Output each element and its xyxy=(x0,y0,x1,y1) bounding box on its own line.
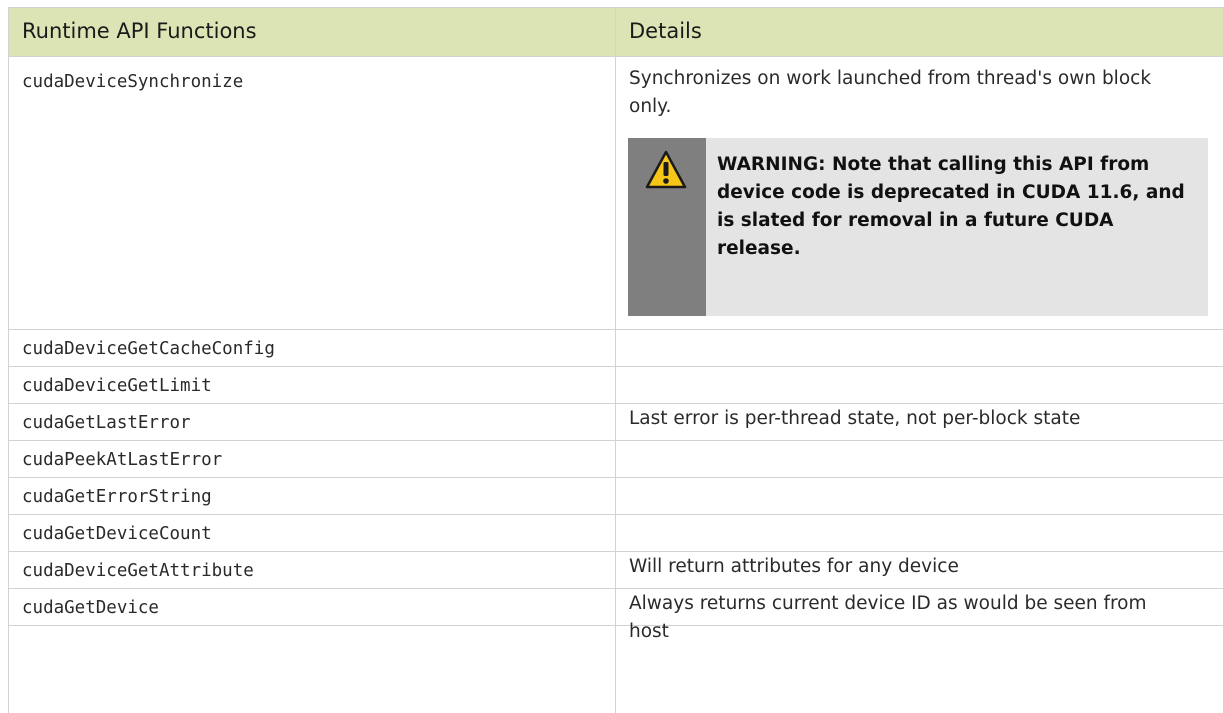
table-row-api: cudaDeviceGetLimit xyxy=(22,376,212,396)
column-divider xyxy=(615,7,616,713)
warning-text: WARNING: Note that calling this API from… xyxy=(717,154,1185,259)
header-functions: Runtime API Functions xyxy=(22,19,257,43)
row-divider xyxy=(8,56,1224,57)
table-row-api: cudaGetLastError xyxy=(22,413,191,433)
table-row-details: Will return attributes for any device xyxy=(629,556,959,577)
row-divider xyxy=(8,588,1224,589)
warning-triangle-icon xyxy=(645,150,687,189)
table-row-details: Last error is per-thread state, not per-… xyxy=(629,408,1081,429)
table-row-details: Synchronizes on work launched from threa… xyxy=(629,68,1152,117)
row-divider xyxy=(8,403,1224,404)
table-header: Runtime API Functions Details xyxy=(8,7,1224,56)
table-row-api: cudaDeviceGetAttribute xyxy=(22,561,254,581)
table-row-api: cudaGetDevice xyxy=(22,598,159,618)
table-row-api: cudaGetDeviceCount xyxy=(22,524,212,544)
table-row-api: cudaPeekAtLastError xyxy=(22,450,223,470)
table-row-api: cudaGetErrorString xyxy=(22,487,212,507)
table-row-api: cudaDeviceSynchronize xyxy=(22,72,244,92)
row-divider xyxy=(8,329,1224,330)
warning-admonition: WARNING: Note that calling this API from… xyxy=(628,138,1208,316)
row-divider xyxy=(8,440,1224,441)
warning-icon-bar xyxy=(628,138,706,316)
row-divider xyxy=(8,514,1224,515)
header-details: Details xyxy=(629,19,702,43)
row-divider xyxy=(8,366,1224,367)
table-border-left xyxy=(8,7,9,713)
row-divider xyxy=(8,7,1224,8)
api-table: Runtime API Functions Details cudaDevice… xyxy=(8,7,1224,713)
row-divider xyxy=(8,477,1224,478)
table-row-details: Always returns current device ID as woul… xyxy=(629,593,1147,642)
row-divider xyxy=(8,551,1224,552)
table-row-api: cudaDeviceGetCacheConfig xyxy=(22,339,275,359)
